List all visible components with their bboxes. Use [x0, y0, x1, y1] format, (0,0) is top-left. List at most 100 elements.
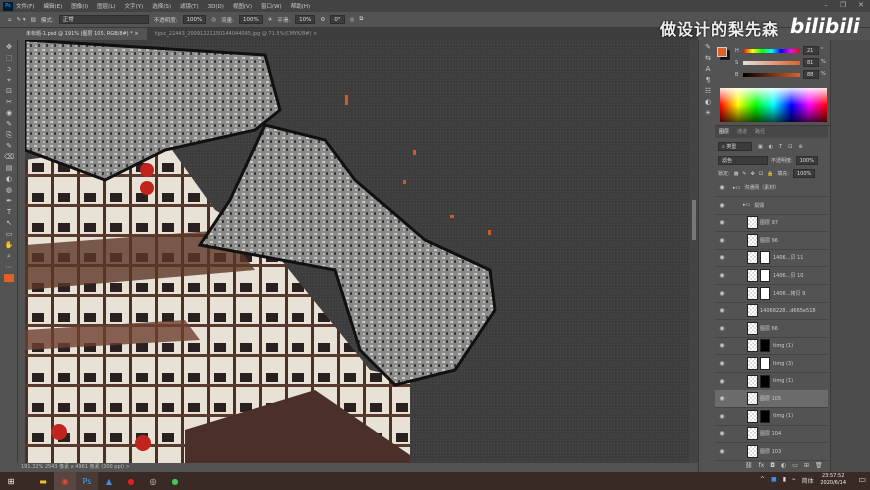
layer-thumbnail[interactable]	[747, 409, 758, 423]
chrome-icon[interactable]: ◉	[54, 472, 76, 490]
scroll-thumb[interactable]	[692, 200, 696, 240]
layers-tab-2[interactable]: 路径	[755, 126, 765, 138]
menu-item[interactable]: 帮助(H)	[291, 4, 310, 10]
visibility-eye-icon[interactable]: ◉	[715, 202, 729, 209]
layer-row[interactable]: ◉ 1406...贝 11	[715, 249, 828, 268]
photoshop-taskbar-icon[interactable]: Ps	[76, 472, 98, 490]
color-spectrum[interactable]	[720, 88, 827, 122]
smooth-field[interactable]: 10%	[295, 15, 316, 24]
tool-icon[interactable]: ✒	[4, 197, 14, 205]
layer-thumbnail[interactable]	[747, 304, 758, 318]
character-icon[interactable]: A	[703, 65, 713, 73]
microphone-icon[interactable]: ▮	[783, 476, 786, 485]
layer-mask-thumbnail[interactable]	[760, 339, 770, 353]
tool-icon[interactable]: ⊡	[4, 87, 14, 95]
media-player-icon[interactable]: ◎	[142, 472, 164, 490]
layer-thumbnail[interactable]	[747, 269, 758, 282]
start-button[interactable]: ⊞	[0, 472, 22, 490]
layer-thumbnail[interactable]	[747, 374, 758, 388]
properties-icon[interactable]: ☷	[703, 87, 713, 95]
layer-opacity-field[interactable]: 100%	[795, 156, 818, 165]
vertical-scrollbar[interactable]	[690, 40, 698, 463]
layers-tab-1[interactable]: 通道	[737, 126, 747, 138]
layer-mask-thumbnail[interactable]	[760, 251, 770, 265]
tool-icon[interactable]: ◐	[4, 175, 14, 183]
visibility-eye-icon[interactable]: ◉	[715, 360, 729, 367]
filter-adjust-icon[interactable]: ◐	[769, 144, 773, 150]
wechat-icon[interactable]: ●	[164, 472, 186, 490]
filter-shape-icon[interactable]: ⊡	[788, 144, 792, 150]
folder-icon[interactable]: ▸▭	[743, 202, 750, 208]
brush-settings-icon[interactable]: ✎	[703, 43, 713, 51]
angle-field[interactable]: 0°	[330, 15, 345, 24]
tool-icon[interactable]: ◍	[4, 186, 14, 194]
foreground-color-swatch[interactable]	[4, 274, 14, 282]
home-icon[interactable]: ⌂	[8, 17, 12, 23]
visibility-eye-icon[interactable]: ◉	[715, 325, 729, 332]
brightness-value[interactable]: 88	[803, 70, 819, 79]
mask-icon[interactable]: ◘	[770, 462, 775, 469]
tool-icon[interactable]: ⌖	[4, 76, 14, 84]
layer-thumbnail[interactable]	[747, 445, 758, 458]
tool-icon[interactable]: ⌫	[4, 153, 14, 161]
filter-text-icon[interactable]: T	[779, 144, 782, 150]
adjustments-icon[interactable]: ◐	[703, 98, 713, 106]
tool-icon[interactable]: ▤	[4, 164, 14, 172]
menu-item[interactable]: 文字(Y)	[125, 4, 144, 10]
layer-row[interactable]: ◉ ▸▭ 沟通网（素材）	[715, 179, 828, 197]
visibility-eye-icon[interactable]: ◉	[715, 219, 729, 226]
brightness-slider[interactable]	[743, 73, 800, 77]
layer-row[interactable]: ◉ 1406...拷贝 9	[715, 285, 828, 303]
ime-indicator[interactable]: 简体	[802, 476, 814, 485]
folder-icon[interactable]: ▭	[792, 462, 798, 469]
layer-mask-thumbnail[interactable]	[760, 286, 770, 300]
photos-icon[interactable]: ▲	[98, 472, 120, 490]
lock-pixels-icon[interactable]: ✎	[742, 171, 746, 177]
link-icon[interactable]: ⛓	[745, 462, 753, 469]
layer-mask-thumbnail[interactable]	[760, 269, 770, 282]
visibility-eye-icon[interactable]: ◉	[715, 254, 729, 261]
visibility-eye-icon[interactable]: ◉	[715, 430, 729, 437]
close-button[interactable]: ✕	[858, 1, 864, 9]
layer-thumbnail[interactable]	[747, 339, 758, 353]
tool-icon[interactable]: T	[4, 208, 14, 216]
pressure-size-icon[interactable]: ◎	[350, 17, 355, 23]
notification-icon[interactable]: ▭	[858, 475, 866, 484]
network-icon[interactable]: ⌁	[792, 476, 796, 485]
layer-row[interactable]: ◉ 图层 103	[715, 443, 828, 461]
tool-icon[interactable]: ✎	[4, 120, 14, 128]
filter-smart-icon[interactable]: ⊕	[798, 144, 802, 150]
symmetry-icon[interactable]: ⧉	[359, 16, 363, 23]
menu-item[interactable]: 窗口(W)	[261, 4, 282, 10]
visibility-eye-icon[interactable]: ◉	[715, 378, 729, 385]
foreground-color-swatch[interactable]	[717, 47, 727, 57]
tool-icon[interactable]: ⋯	[4, 263, 14, 271]
tool-icon[interactable]: ✥	[4, 43, 14, 51]
layer-thumbnail[interactable]	[747, 357, 758, 370]
menu-item[interactable]: 文件(F)	[16, 4, 34, 10]
menu-item[interactable]: 滤镜(T)	[180, 4, 199, 10]
layer-row[interactable]: ◉ timg (1)	[715, 337, 828, 356]
adjustment-icon[interactable]: ◐	[781, 462, 786, 469]
tool-icon[interactable]: ⌕	[4, 252, 14, 260]
tray-app-icon[interactable]: ■	[771, 476, 777, 485]
layer-mask-thumbnail[interactable]	[760, 357, 770, 370]
layer-thumbnail[interactable]	[747, 321, 758, 335]
canvas[interactable]	[25, 40, 690, 463]
visibility-eye-icon[interactable]: ◉	[715, 184, 729, 191]
layer-row[interactable]: ◉ timg (1)	[715, 408, 828, 426]
layer-mask-thumbnail[interactable]	[760, 374, 770, 388]
fx-icon[interactable]: fx	[759, 462, 765, 469]
visibility-eye-icon[interactable]: ◉	[715, 272, 729, 279]
visibility-eye-icon[interactable]: ◉	[715, 342, 729, 349]
hue-value[interactable]: 21	[803, 46, 819, 55]
tool-icon[interactable]: ⎘	[4, 131, 14, 139]
layer-row[interactable]: ◉ 图层 96	[715, 232, 828, 250]
tool-icon[interactable]: ◉	[4, 109, 14, 117]
menu-item[interactable]: 图像(I)	[71, 4, 88, 10]
netease-music-icon[interactable]: ●	[120, 472, 142, 490]
layer-thumbnail[interactable]	[747, 216, 758, 230]
saturation-value[interactable]: 81	[803, 58, 819, 67]
lock-position-icon[interactable]: ✥	[751, 171, 755, 177]
hue-slider[interactable]	[743, 49, 800, 53]
